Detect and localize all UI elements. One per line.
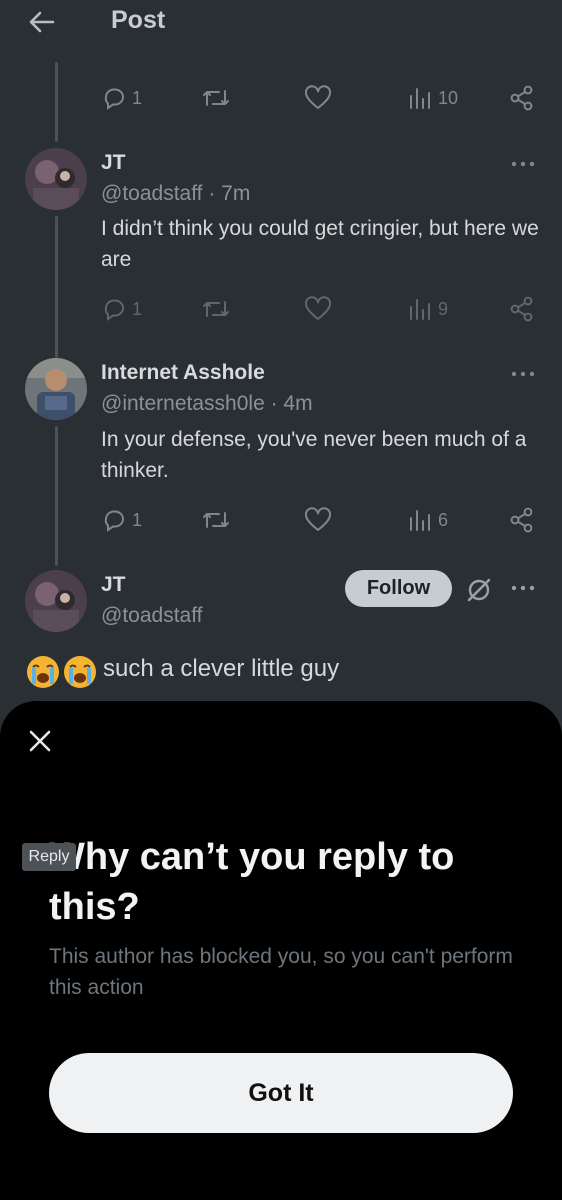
more-options-icon[interactable] — [510, 367, 536, 381]
emoji-group — [26, 655, 100, 689]
share-icon — [510, 296, 533, 322]
heart-icon — [304, 85, 332, 109]
more-options-icon[interactable] — [510, 581, 536, 595]
got-it-button[interactable]: Got It — [49, 1053, 513, 1133]
author-name[interactable]: Internet Asshole — [101, 361, 265, 385]
reply-button[interactable]: 1 — [101, 294, 142, 324]
like-button[interactable] — [304, 294, 332, 324]
views-button[interactable]: 9 — [407, 294, 448, 324]
post-screen: Post 1 10 JT @toadstaff · 7m I didn’t th… — [0, 0, 562, 1200]
reply-button[interactable]: 1 — [101, 83, 142, 113]
tweet-text: such a clever little guy — [103, 655, 340, 682]
like-button[interactable] — [304, 83, 332, 113]
share-icon — [510, 85, 533, 111]
avatar[interactable] — [25, 570, 87, 632]
views-button[interactable]: 10 — [407, 83, 458, 113]
tweet-text: In your defense, you've never been much … — [101, 428, 527, 482]
share-button[interactable] — [509, 83, 535, 113]
loudly-crying-face-icon — [27, 656, 59, 688]
thread-line — [55, 62, 58, 142]
tweet-actions: 1 9 — [101, 294, 541, 324]
reply-icon — [104, 88, 124, 110]
reply-tooltip: Reply — [22, 843, 76, 871]
tweet-actions: 1 10 — [101, 83, 541, 113]
grok-icon[interactable] — [465, 576, 493, 604]
reply-icon — [104, 299, 124, 321]
author-handle: @internetassh0le · 4m — [101, 392, 313, 415]
share-icon — [510, 507, 533, 533]
tweet-actions: 1 6 — [101, 505, 541, 535]
analytics-icon — [410, 88, 430, 109]
follow-button[interactable]: Follow — [345, 570, 452, 607]
page-title: Post — [111, 6, 166, 34]
reply-icon — [104, 510, 124, 532]
avatar[interactable] — [25, 358, 87, 420]
author-name[interactable]: JT — [101, 573, 126, 597]
reply-button[interactable]: 1 — [101, 505, 142, 535]
analytics-icon — [410, 299, 430, 320]
views-count: 9 — [438, 298, 449, 319]
avatar[interactable] — [25, 148, 87, 210]
author-handle: @toadstaff · 7m — [101, 182, 251, 205]
loudly-crying-face-icon — [64, 656, 96, 688]
reply-count: 1 — [132, 87, 143, 108]
share-button[interactable] — [509, 294, 535, 324]
repost-button[interactable] — [201, 505, 231, 535]
author-handle: @toadstaff — [101, 604, 203, 627]
repost-button[interactable] — [201, 83, 231, 113]
heart-icon — [304, 296, 332, 320]
tweet-text: I didn’t think you could get cringier, b… — [101, 217, 539, 271]
top-bar: Post — [0, 0, 562, 44]
sheet-title: Why can’t you reply to this? — [49, 836, 455, 928]
author-name[interactable]: JT — [101, 151, 126, 175]
more-options-icon[interactable] — [510, 157, 536, 171]
back-arrow-icon[interactable] — [26, 8, 56, 36]
sheet-description: This author has blocked you, so you can'… — [49, 945, 513, 999]
repost-icon — [203, 512, 229, 528]
repost-icon — [203, 90, 229, 106]
views-count: 6 — [438, 509, 449, 530]
views-button[interactable]: 6 — [407, 505, 448, 535]
reply-count: 1 — [132, 509, 143, 530]
thread-line — [55, 216, 58, 358]
close-icon[interactable] — [27, 728, 53, 754]
like-button[interactable] — [304, 505, 332, 535]
heart-icon — [304, 507, 332, 531]
reply-count: 1 — [132, 298, 143, 319]
repost-button[interactable] — [201, 294, 231, 324]
analytics-icon — [410, 510, 430, 531]
share-button[interactable] — [509, 505, 535, 535]
views-count: 10 — [438, 87, 459, 108]
repost-icon — [203, 301, 229, 317]
thread-line — [55, 426, 58, 566]
